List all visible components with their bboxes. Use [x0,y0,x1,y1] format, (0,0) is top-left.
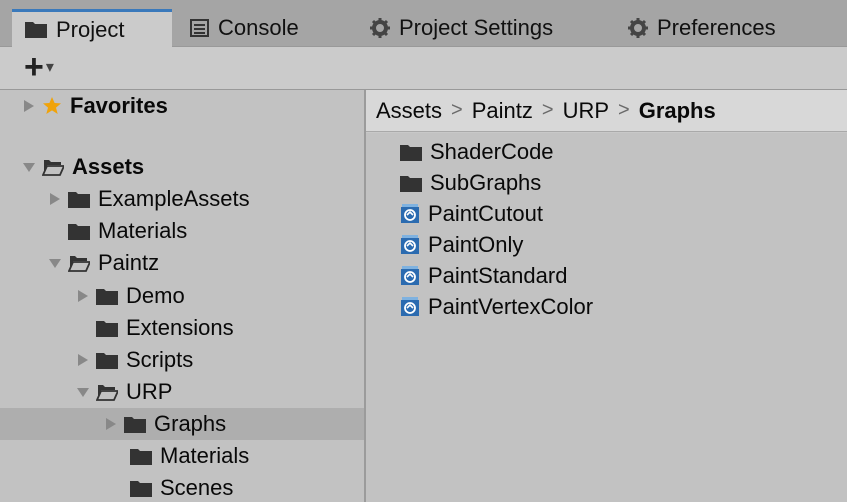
tree-item-extensions[interactable]: Extensions [0,312,364,344]
star-icon [42,96,62,116]
tree-item-label: Demo [126,283,185,308]
tree-item-favorites[interactable]: Favorites [0,90,364,122]
tree-item-label: Paintz [98,250,160,275]
tree-item-urp-materials[interactable]: Materials [0,440,364,472]
tab-label: Console [218,15,299,40]
folder-icon [68,191,90,208]
tab-label: Preferences [657,15,776,40]
shader-graph-icon [400,297,420,317]
asset-label: PaintOnly [428,232,524,257]
open-folder-icon [96,384,118,401]
tree-item-urp[interactable]: URP [0,376,364,408]
asset-item-paintstandard[interactable]: PaintStandard [400,261,567,291]
tree-item-scenes[interactable]: Scenes [0,472,364,502]
breadcrumb-separator-icon: > [541,99,554,121]
tree-item-paintz[interactable]: Paintz [0,247,364,279]
chevron-down-icon: ▾ [45,59,54,76]
folder-icon [96,352,118,369]
toolbar [0,47,847,90]
tree-item-label: Extensions [126,315,234,340]
tree-item-label: Scenes [160,475,234,500]
open-folder-icon [42,159,64,176]
breadcrumb-item-graphs[interactable]: Graphs [639,98,716,124]
breadcrumb-item-paintz[interactable]: Paintz [472,98,533,124]
tree-item-label: ExampleAssets [98,186,250,211]
console-icon [190,19,209,37]
collapse-arrow-icon[interactable] [48,257,62,269]
shader-graph-icon [400,266,420,286]
tab-project-settings[interactable]: Project Settings [370,10,553,46]
plus-icon: + [24,48,44,86]
tab-label: Project [56,16,125,42]
tree-item-label: Assets [72,154,145,179]
asset-label: ShaderCode [430,139,554,164]
tab-label: Project Settings [399,15,554,40]
folder-icon [25,21,47,38]
asset-label: PaintCutout [428,201,543,226]
tab-console[interactable]: Console [190,10,299,46]
breadcrumb-separator-icon: > [451,99,463,121]
tree-item-label: Materials [160,443,250,468]
expand-arrow-icon[interactable] [76,353,90,367]
project-tree[interactable]: Favorites Assets ExampleAssets Materials… [0,90,366,502]
folder-icon [400,175,422,192]
open-folder-icon [68,255,90,272]
expand-arrow-icon[interactable] [76,289,90,303]
shader-graph-icon [400,204,420,224]
folder-icon [68,223,90,240]
tree-item-assets[interactable]: Assets [0,151,364,183]
tree-item-scripts[interactable]: Scripts [0,344,364,376]
asset-label: PaintStandard [428,263,568,288]
collapse-arrow-icon[interactable] [76,386,90,398]
tab-preferences[interactable]: Preferences [628,10,776,46]
gear-icon [370,18,390,38]
asset-item-subgraphs[interactable]: SubGraphs [400,168,541,198]
tree-item-label: Scripts [126,347,194,372]
breadcrumb-item-urp[interactable]: URP [563,98,609,124]
tree-item-demo[interactable]: Demo [0,280,364,312]
expand-arrow-icon[interactable] [48,192,62,206]
tree-item-label: URP [126,379,173,404]
folder-icon [130,480,152,497]
folder-icon [130,448,152,465]
expand-arrow-icon[interactable] [104,417,118,431]
tab-bar: Project Console Project Settings Prefere… [0,0,847,47]
asset-list[interactable]: ShaderCode SubGraphs PaintCutout PaintOn… [366,133,847,502]
breadcrumb-separator-icon: > [618,99,630,121]
breadcrumb-item-assets[interactable]: Assets [376,98,442,124]
asset-item-paintcutout[interactable]: PaintCutout [400,199,543,229]
collapse-arrow-icon[interactable] [22,161,36,173]
folder-icon [96,320,118,337]
gear-icon [628,18,648,38]
asset-label: SubGraphs [430,170,542,195]
folder-icon [124,416,146,433]
folder-icon [400,144,422,161]
breadcrumb: Assets > Paintz > URP > Graphs [366,90,847,132]
tab-project[interactable]: Project [12,9,172,47]
tree-item-label: Graphs [154,411,227,436]
tree-item-label: Favorites [70,93,168,118]
tree-item-exampleassets[interactable]: ExampleAssets [0,183,364,215]
expand-arrow-icon[interactable] [22,99,36,113]
shader-graph-icon [400,235,420,255]
tree-item-materials[interactable]: Materials [0,215,364,247]
create-button[interactable]: + ▾ [24,50,54,84]
asset-label: PaintVertexColor [428,294,594,319]
asset-item-paintonly[interactable]: PaintOnly [400,230,523,260]
tree-item-label: Materials [98,218,188,243]
tree-item-graphs[interactable]: Graphs [0,408,364,440]
folder-icon [96,288,118,305]
asset-item-paintvertexcolor[interactable]: PaintVertexColor [400,292,593,322]
asset-item-shadercode[interactable]: ShaderCode [400,137,554,167]
